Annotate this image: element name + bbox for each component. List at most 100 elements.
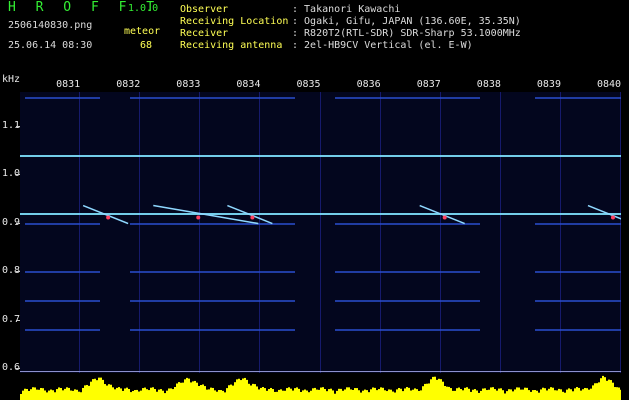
level-bar [420, 390, 422, 400]
level-bar [422, 386, 424, 400]
level-bar [304, 389, 306, 400]
level-bar [480, 390, 482, 400]
level-bar [280, 389, 282, 400]
level-bar [318, 389, 320, 400]
level-bar [600, 378, 602, 400]
level-bar [440, 379, 442, 400]
level-bar [436, 379, 438, 400]
level-bar [548, 388, 550, 400]
level-bar [558, 388, 560, 400]
level-bar [582, 389, 584, 400]
level-bar [602, 375, 604, 400]
level-bar [358, 390, 360, 400]
level-bar [524, 387, 526, 400]
level-bar [566, 389, 568, 400]
level-bar [546, 390, 548, 400]
level-bar [520, 389, 522, 400]
level-bar [466, 387, 468, 400]
level-bar [560, 389, 562, 400]
level-bar [350, 389, 352, 400]
level-bar [216, 391, 218, 400]
level-bar [190, 382, 192, 400]
antenna-label: Receiving antenna [180, 40, 283, 51]
level-bar [308, 392, 310, 400]
level-bar [236, 379, 238, 400]
level-bar [492, 387, 494, 400]
meteor-echo-peak [442, 215, 447, 220]
level-bar [306, 390, 308, 400]
level-bar [258, 389, 260, 400]
level-bar [328, 389, 330, 400]
level-bar [498, 388, 500, 400]
level-bar [92, 379, 94, 400]
level-bar [424, 383, 426, 400]
level-bar [442, 381, 444, 400]
level-bar [132, 391, 134, 400]
level-bar [138, 391, 140, 400]
level-bar [146, 389, 148, 400]
level-bar [338, 388, 340, 400]
level-bar [518, 387, 520, 400]
level-bar [410, 390, 412, 400]
level-bar [78, 391, 80, 400]
level-bar [266, 390, 268, 400]
level-bar [508, 389, 510, 400]
level-bar [220, 390, 222, 400]
level-bar [538, 392, 540, 400]
meteor-echo [587, 204, 621, 220]
level-bar [506, 391, 508, 400]
level-bar [32, 387, 34, 400]
level-bar [274, 391, 276, 400]
level-bar [172, 389, 174, 400]
level-bar [42, 388, 44, 400]
level-bar [534, 389, 536, 400]
level-bar [502, 390, 504, 400]
level-bar [298, 388, 300, 400]
level-bar [252, 383, 254, 400]
level-bar [224, 392, 226, 400]
level-bar [400, 388, 402, 400]
level-bar [74, 389, 76, 400]
level-bar [412, 389, 414, 400]
level-bar [302, 390, 304, 400]
level-bar [584, 387, 586, 400]
level-bar [576, 387, 578, 400]
level-bar [192, 381, 194, 400]
level-bar [340, 388, 342, 400]
x-tick-label: 0840 [597, 79, 622, 90]
level-bar [352, 389, 354, 400]
level-bar [98, 377, 100, 400]
level-bar [438, 378, 440, 400]
mode-label: meteor [124, 26, 161, 37]
level-bar [418, 390, 420, 400]
level-bar [378, 389, 380, 400]
level-bar [486, 390, 488, 400]
level-bar [464, 387, 466, 400]
level-bar [28, 390, 30, 400]
level-bar [342, 390, 344, 400]
level-bar [116, 387, 118, 400]
level-bar [484, 388, 486, 400]
level-bar [54, 392, 56, 400]
level-bar [448, 386, 450, 400]
level-bar [154, 388, 156, 400]
level-bar [310, 390, 312, 400]
x-tick-label: 0839 [536, 79, 561, 90]
level-bar [500, 388, 502, 400]
level-bar [278, 389, 280, 400]
level-bar [174, 387, 176, 400]
level-bar [366, 390, 368, 400]
level-bar [38, 389, 40, 400]
level-bar [240, 380, 242, 400]
level-bar [118, 387, 120, 400]
level-bar [446, 386, 448, 400]
level-bar [262, 387, 264, 400]
level-bar [568, 388, 570, 400]
level-bar [114, 389, 116, 400]
level-bar [208, 389, 210, 400]
level-bar [130, 392, 132, 400]
level-bar [494, 389, 496, 400]
level-bar [362, 390, 364, 400]
level-bar [206, 389, 208, 400]
level-bar [284, 390, 286, 400]
